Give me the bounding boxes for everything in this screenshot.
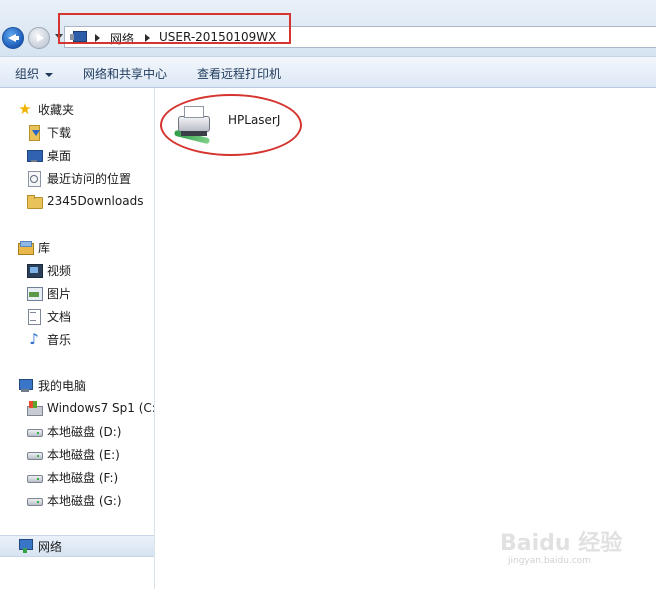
recent-places-icon xyxy=(26,170,42,187)
sidebar-item-label: 桌面 xyxy=(47,148,72,163)
sidebar-item-label: 网络 xyxy=(38,539,63,554)
annotation-rectangle xyxy=(58,13,291,44)
sidebar-favorites-header[interactable]: ★ 收藏夹 xyxy=(17,99,74,119)
sidebar-item-label: 本地磁盘 (E:) xyxy=(47,447,120,462)
computer-icon xyxy=(17,377,33,393)
printer-item-label[interactable]: HPLaserJ xyxy=(228,113,280,127)
sidebar-item-label: 库 xyxy=(38,240,51,255)
printer-body-shape xyxy=(178,116,210,132)
navigation-pane[interactable]: ★ 收藏夹 下载 桌面 最近访问的位置 2345Downloads 库 视频 图… xyxy=(0,88,155,589)
sidebar-item-label: 音乐 xyxy=(47,332,72,347)
sidebar-item-label: 视频 xyxy=(47,263,72,278)
folder-icon xyxy=(26,193,43,209)
forward-button[interactable] xyxy=(28,27,50,49)
sidebar-item-pictures[interactable]: 图片 xyxy=(26,283,71,303)
address-bar-region: 网络 USER-20150109WX xyxy=(0,0,656,57)
sidebar-item-drive-e[interactable]: 本地磁盘 (E:) xyxy=(26,444,120,464)
sidebar-item-label: 2345Downloads xyxy=(47,194,144,208)
sidebar-item-label: Windows7 Sp1 (C: xyxy=(47,401,155,415)
drive-icon xyxy=(26,492,43,508)
music-icon: ♪ xyxy=(29,330,39,348)
sidebar-item-downloads[interactable]: 下载 xyxy=(26,122,71,142)
sidebar-item-label: 收藏夹 xyxy=(38,102,75,117)
sidebar-libraries-header[interactable]: 库 xyxy=(17,237,50,257)
command-bar: 组织 网络和共享中心 查看远程打印机 xyxy=(0,57,656,88)
document-icon xyxy=(26,308,42,325)
picture-icon xyxy=(26,285,43,301)
view-remote-printers-button[interactable]: 查看远程打印机 xyxy=(197,65,281,82)
sidebar-item-label: 下载 xyxy=(47,125,72,140)
organize-label: 组织 xyxy=(15,67,40,81)
download-folder-icon xyxy=(26,124,42,141)
sidebar-item-label: 本地磁盘 (D:) xyxy=(47,424,122,439)
drive-icon xyxy=(26,469,43,485)
sidebar-item-drive-d[interactable]: 本地磁盘 (D:) xyxy=(26,421,121,441)
printer-tray-shape xyxy=(181,131,207,136)
sidebar-item-drive-c[interactable]: Windows7 Sp1 (C: xyxy=(26,398,155,418)
network-sharing-center-button[interactable]: 网络和共享中心 xyxy=(83,65,167,82)
sidebar-item-documents[interactable]: 文档 xyxy=(26,306,71,326)
star-icon: ★ xyxy=(18,100,32,118)
sidebar-computer-header[interactable]: 我的电脑 xyxy=(17,375,86,395)
sidebar-item-label: 文档 xyxy=(47,309,72,324)
desktop-icon xyxy=(26,147,43,163)
sidebar-item-recent-places[interactable]: 最近访问的位置 xyxy=(26,168,131,188)
printer-icon[interactable] xyxy=(172,104,218,146)
organize-button[interactable]: 组织 xyxy=(15,65,54,82)
drive-icon xyxy=(26,423,43,439)
printer-paper-shape xyxy=(184,106,204,118)
sidebar-item-label: 本地磁盘 (G:) xyxy=(47,493,122,508)
chevron-down-icon xyxy=(45,72,54,77)
content-pane: HPLaserJ xyxy=(156,88,656,589)
sidebar-item-label: 我的电脑 xyxy=(38,378,87,393)
sidebar-item-desktop[interactable]: 桌面 xyxy=(26,145,71,165)
sidebar-network-header[interactable]: 网络 xyxy=(17,536,62,556)
sidebar-item-videos[interactable]: 视频 xyxy=(26,260,71,280)
drive-icon xyxy=(26,446,43,462)
sidebar-item-label: 最近访问的位置 xyxy=(47,171,132,186)
sidebar-item-2345downloads[interactable]: 2345Downloads xyxy=(26,191,143,211)
sidebar-item-label: 本地磁盘 (F:) xyxy=(47,470,119,485)
network-icon xyxy=(17,538,33,554)
sidebar-item-music[interactable]: ♪ 音乐 xyxy=(26,329,71,349)
video-icon xyxy=(26,262,43,278)
library-icon xyxy=(17,239,34,255)
sidebar-item-label: 图片 xyxy=(47,286,72,301)
back-button[interactable] xyxy=(2,27,24,49)
sidebar-item-drive-g[interactable]: 本地磁盘 (G:) xyxy=(26,490,122,510)
sidebar-item-drive-f[interactable]: 本地磁盘 (F:) xyxy=(26,467,118,487)
windows-drive-icon xyxy=(26,400,43,416)
